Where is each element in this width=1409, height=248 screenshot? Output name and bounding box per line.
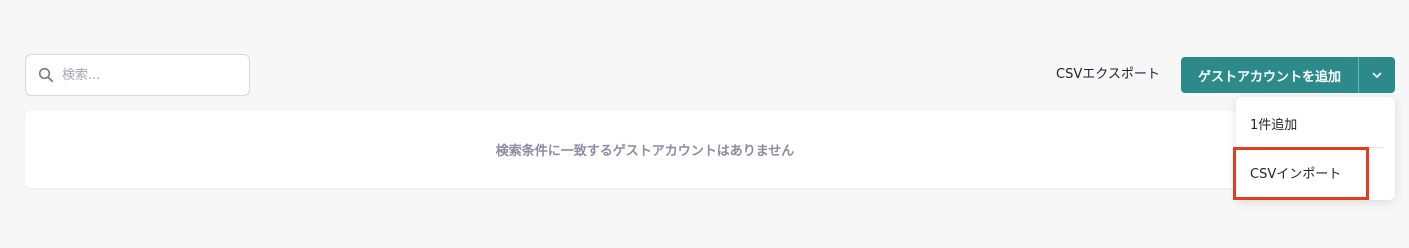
csv-export-link[interactable]: CSVエクスポート [1056,64,1160,86]
menu-item-csv-import[interactable]: CSVインポート [1236,152,1395,192]
add-guest-account-button[interactable]: ゲストアカウントを追加 [1181,57,1358,93]
guest-accounts-page: CSVエクスポート ゲストアカウントを追加 検索条件に一致するゲストアカウントは… [0,0,1409,248]
menu-divider [1236,147,1384,148]
search-box[interactable] [25,54,250,96]
search-input[interactable] [62,60,242,90]
results-panel: 検索条件に一致するゲストアカウントはありません [25,111,1265,188]
add-options-toggle[interactable] [1359,57,1395,93]
empty-results-message: 検索条件に一致するゲストアカウントはありません [495,144,795,159]
search-icon [38,67,54,83]
chevron-down-icon [1372,72,1382,78]
add-guest-split-button: ゲストアカウントを追加 [1181,57,1395,93]
add-options-menu: 1件追加 CSVインポート [1236,97,1395,200]
menu-item-add-one[interactable]: 1件追加 [1236,103,1395,143]
